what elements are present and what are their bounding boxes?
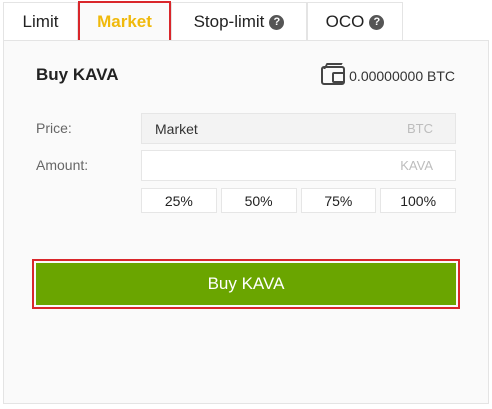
tab-market-label: Market <box>97 11 152 31</box>
balance: 0.00000000 BTC <box>321 66 455 85</box>
percent-25-button[interactable]: 25% <box>141 188 217 213</box>
market-order-panel: Buy KAVA 0.00000000 BTC Price: Market BT… <box>3 40 489 404</box>
amount-unit: KAVA <box>400 158 433 173</box>
tab-stop-limit[interactable]: Stop-limit ? <box>171 2 307 41</box>
percent-100-button[interactable]: 100% <box>380 188 456 213</box>
tab-market[interactable]: Market <box>78 1 171 42</box>
tab-limit[interactable]: Limit <box>3 2 78 41</box>
buy-kava-button[interactable]: Buy KAVA <box>36 263 456 305</box>
tab-stop-limit-label: Stop-limit <box>193 12 265 31</box>
price-value: Market <box>155 120 198 137</box>
help-icon[interactable]: ? <box>269 14 285 30</box>
price-unit: BTC <box>407 121 433 136</box>
help-icon[interactable]: ? <box>369 14 385 30</box>
order-type-tabs: Limit Market Stop-limit ? OCO ? <box>0 0 492 42</box>
balance-value: 0.00000000 BTC <box>349 67 455 84</box>
form-title: Buy KAVA <box>36 65 119 84</box>
percent-75-button[interactable]: 75% <box>300 188 377 213</box>
percent-50-button[interactable]: 50% <box>220 188 297 213</box>
percent-selector: 25% 50% 75% 100% <box>141 188 456 213</box>
tab-limit-label: Limit <box>22 12 59 31</box>
amount-label: Amount: <box>36 157 89 173</box>
tab-oco[interactable]: OCO ? <box>307 2 403 41</box>
buy-button-highlight: Buy KAVA <box>32 259 460 309</box>
price-label: Price: <box>36 120 72 136</box>
wallet-icon <box>321 66 346 85</box>
amount-field[interactable]: KAVA <box>141 150 456 181</box>
price-field: Market BTC <box>141 113 456 144</box>
amount-input[interactable] <box>155 157 355 174</box>
tab-oco-label: OCO <box>325 12 365 31</box>
